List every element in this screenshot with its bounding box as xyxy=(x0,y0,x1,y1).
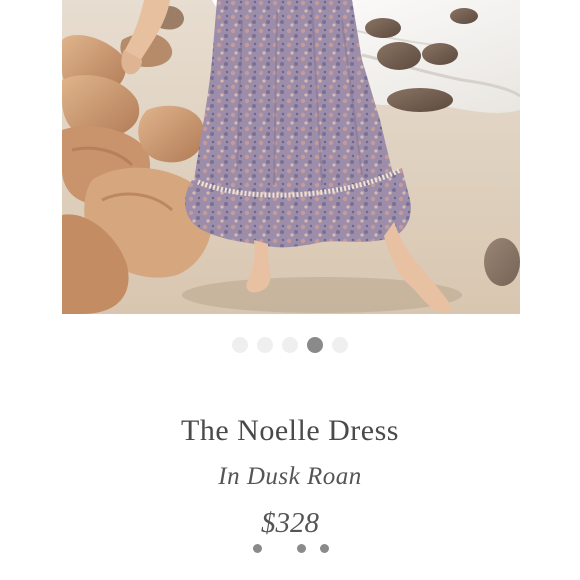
carousel-dot-3[interactable] xyxy=(282,337,298,353)
carousel-dot-2[interactable] xyxy=(257,337,273,353)
product-subtitle: In Dusk Roan xyxy=(218,463,362,490)
dot-icon xyxy=(297,544,306,553)
carousel-dot-5[interactable] xyxy=(332,337,348,353)
carousel-dots xyxy=(0,337,580,353)
more-options-dots[interactable] xyxy=(0,544,580,553)
carousel-dot-4-active[interactable] xyxy=(307,337,323,353)
carousel-dot-1[interactable] xyxy=(232,337,248,353)
product-image[interactable] xyxy=(62,0,520,314)
product-title: The Noelle Dress xyxy=(181,414,399,447)
product-price: $328 xyxy=(261,507,319,539)
dot-icon xyxy=(253,544,262,553)
dot-icon xyxy=(320,544,329,553)
product-page: The Noelle Dress In Dusk Roan $328 xyxy=(0,0,580,580)
beach-photo-illustration xyxy=(62,0,520,314)
